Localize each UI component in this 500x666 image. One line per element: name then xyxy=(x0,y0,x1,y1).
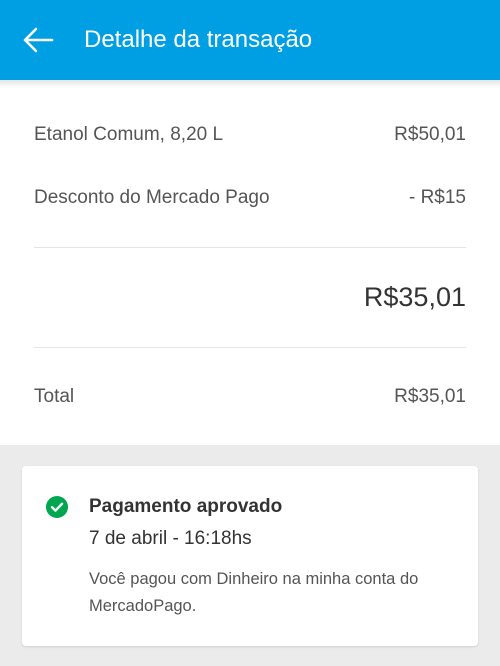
page-title: Detalhe da transação xyxy=(84,26,313,53)
divider xyxy=(34,247,466,248)
status-date: 7 de abril - 16:18hs xyxy=(89,528,252,549)
line-item-label: Etanol Comum, 8,20 L xyxy=(34,124,224,145)
payment-status-card: Pagamento aprovado 7 de abril - 16:18hs … xyxy=(22,466,478,646)
status-description: Você pagou com Dinheiro na minha conta d… xyxy=(89,570,419,615)
status-title: Pagamento aprovado xyxy=(89,496,283,517)
total-value: R$35,01 xyxy=(394,386,466,407)
back-button[interactable] xyxy=(22,25,56,55)
arrow-left-icon xyxy=(23,27,54,53)
divider xyxy=(34,347,466,348)
discount-label: Desconto do Mercado Pago xyxy=(34,187,270,208)
total-label: Total xyxy=(34,386,75,407)
check-circle-icon xyxy=(46,496,68,518)
discount-value: - R$15 xyxy=(408,187,466,208)
app-bar: Detalhe da transação xyxy=(0,0,500,80)
total-row: Total R$35,01 xyxy=(34,386,466,408)
header-shadow xyxy=(0,80,500,88)
line-item-value: R$50,01 xyxy=(394,124,466,145)
line-item: Etanol Comum, 8,20 L R$50,01 xyxy=(34,124,466,146)
discount-item: Desconto do Mercado Pago - R$15 xyxy=(34,187,466,209)
subtotal-amount: R$35,01 xyxy=(363,282,466,312)
